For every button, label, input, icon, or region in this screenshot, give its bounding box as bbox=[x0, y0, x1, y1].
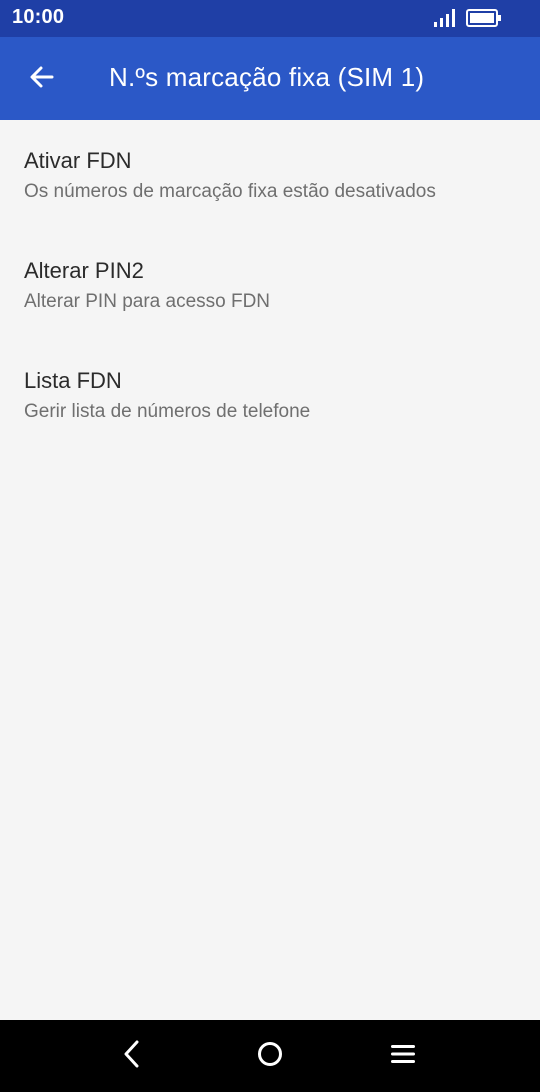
list-item-title: Ativar FDN bbox=[24, 148, 132, 173]
page-title: N.ºs marcação fixa (SIM 1) bbox=[109, 62, 425, 92]
list-item-subtitle: Os números de marcação fixa estão desati… bbox=[24, 181, 436, 202]
navigation-bar bbox=[0, 1020, 540, 1092]
list-item-subtitle: Alterar PIN para acesso FDN bbox=[24, 291, 271, 312]
app-bar: N.ºs marcação fixa (SIM 1) bbox=[0, 37, 540, 120]
list-item-ativar-fdn[interactable]: Ativar FDN Os números de marcação fixa e… bbox=[0, 120, 540, 230]
settings-list: Ativar FDN Os números de marcação fixa e… bbox=[0, 120, 540, 450]
back-triangle-icon bbox=[121, 1039, 143, 1074]
list-item-subtitle: Gerir lista de números de telefone bbox=[24, 401, 311, 422]
menu-lines-icon bbox=[390, 1043, 416, 1070]
nav-menu-button[interactable] bbox=[383, 1036, 423, 1076]
list-item-alterar-pin2[interactable]: Alterar PIN2 Alterar PIN para acesso FDN bbox=[0, 230, 540, 340]
status-icons bbox=[434, 9, 502, 32]
signal-icon bbox=[434, 9, 456, 32]
list-item-title: Lista FDN bbox=[24, 368, 122, 393]
list-item-title: Alterar PIN2 bbox=[24, 258, 144, 283]
status-bar: 10:00 bbox=[0, 0, 540, 37]
nav-back-button[interactable] bbox=[112, 1036, 152, 1076]
nav-home-button[interactable] bbox=[250, 1036, 290, 1076]
back-button[interactable] bbox=[20, 57, 64, 101]
battery-icon bbox=[466, 9, 502, 32]
arrow-back-icon bbox=[28, 63, 56, 96]
list-item-lista-fdn[interactable]: Lista FDN Gerir lista de números de tele… bbox=[0, 340, 540, 450]
home-circle-icon bbox=[256, 1040, 284, 1073]
status-time: 10:00 bbox=[12, 6, 65, 28]
